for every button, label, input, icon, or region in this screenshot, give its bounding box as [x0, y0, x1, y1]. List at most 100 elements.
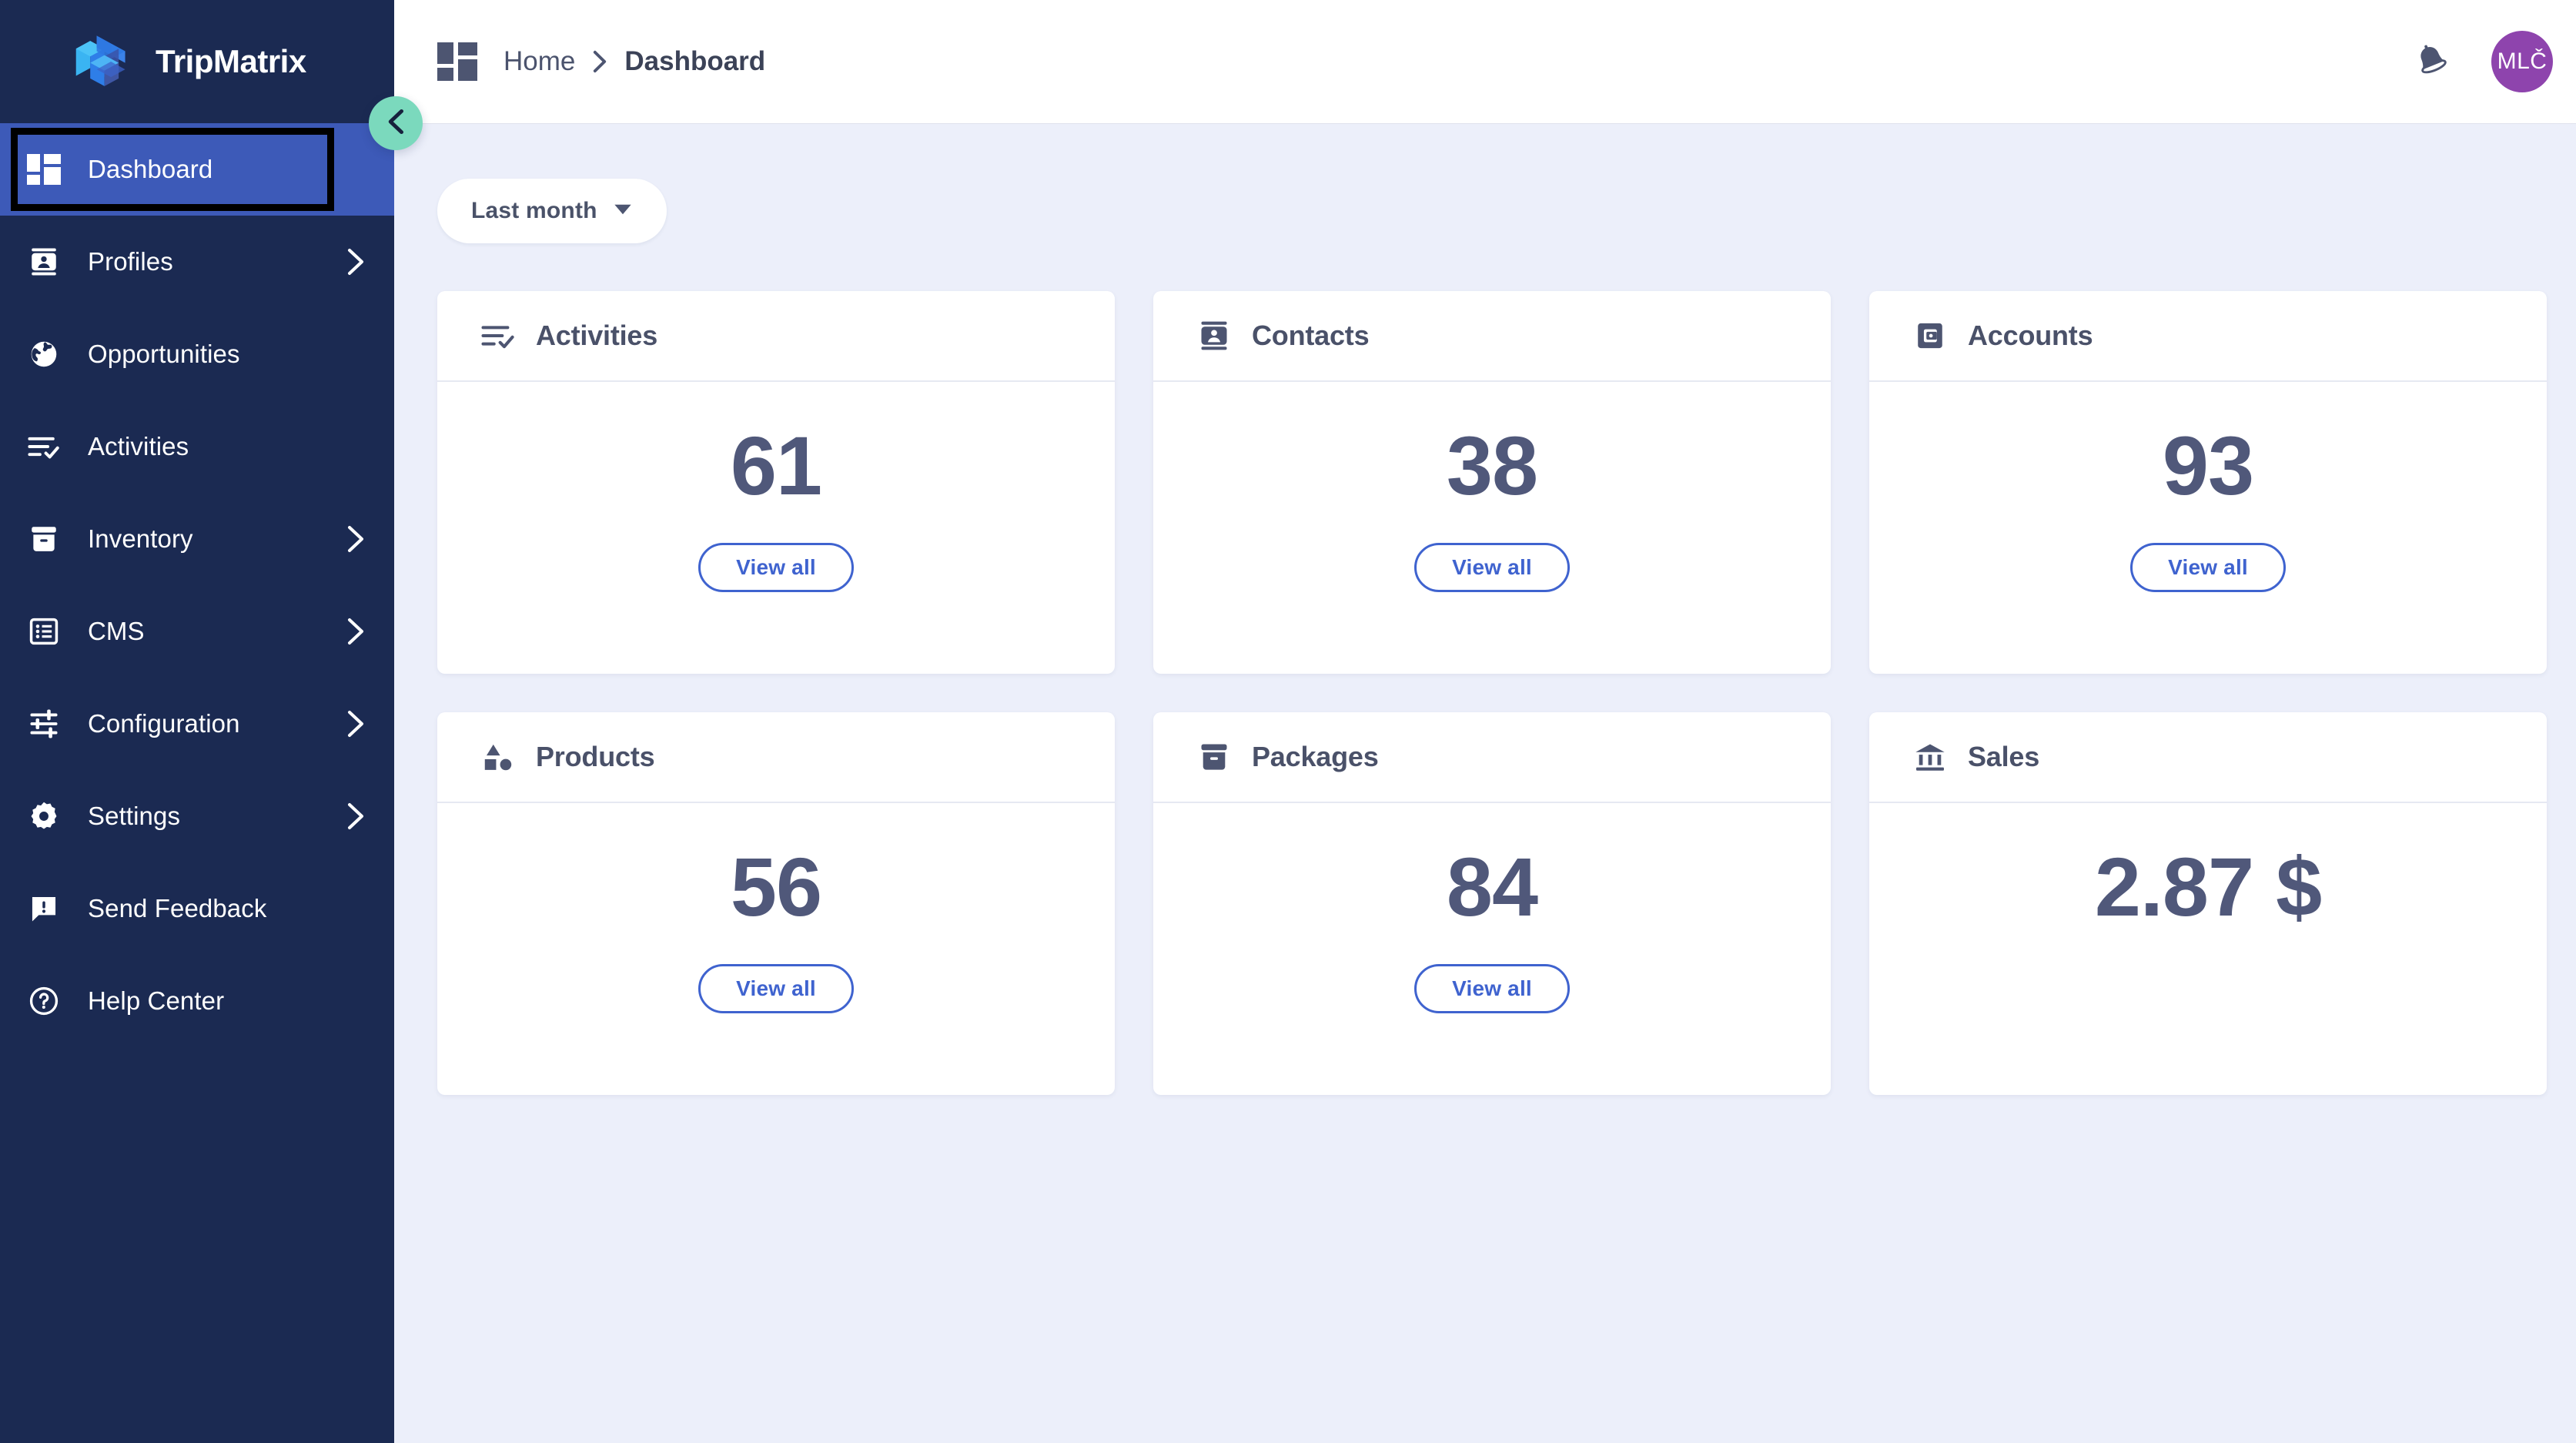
topbar-actions: MLČ	[2413, 31, 2553, 92]
bank-icon	[1912, 739, 1948, 775]
view-all-button[interactable]: View all	[698, 543, 854, 593]
card-title: Sales	[1968, 741, 2040, 772]
shapes-icon	[480, 739, 516, 775]
avatar[interactable]: MLČ	[2491, 31, 2553, 92]
bell-icon[interactable]	[2413, 42, 2451, 81]
stats-card-grid: Activities 61 View all Contacts 38 View …	[437, 291, 2547, 1095]
card-body: 61 View all	[437, 382, 1115, 674]
sidebar-item-label: Settings	[88, 802, 181, 830]
card-value: 61	[730, 419, 822, 512]
gear-icon	[23, 795, 65, 837]
list-check-icon	[480, 318, 516, 353]
breadcrumb: Home Dashboard	[503, 46, 765, 77]
sidebar-item-label: Dashboard	[88, 155, 213, 183]
sidebar-item-cms[interactable]: CMS	[0, 585, 394, 678]
globe-icon	[23, 333, 65, 375]
avatar-initials: MLČ	[2497, 49, 2548, 74]
stat-card-activities: Activities 61 View all	[437, 291, 1115, 674]
card-title: Activities	[536, 320, 658, 351]
card-header: Sales	[1869, 712, 2547, 803]
view-all-button[interactable]: View all	[1414, 964, 1570, 1014]
topbar: Home Dashboard MLČ	[394, 0, 2576, 123]
dashboard-grid-icon	[23, 149, 65, 190]
sidebar-item-opportunities[interactable]: Opportunities	[0, 308, 394, 400]
cube-logo-icon	[71, 29, 135, 94]
list-check-icon	[23, 426, 65, 467]
sidebar-item-label: CMS	[88, 617, 145, 645]
sidebar-collapse-button[interactable]	[369, 96, 423, 150]
chevron-right-icon	[346, 802, 365, 830]
sidebar-item-send-feedback[interactable]: Send Feedback	[0, 862, 394, 955]
card-body: 2.87 $ View all	[1869, 803, 2547, 1095]
sidebar-item-settings[interactable]: Settings	[0, 770, 394, 862]
breadcrumb-current: Dashboard	[624, 46, 766, 76]
stat-card-sales: Sales 2.87 $ View all	[1869, 712, 2547, 1095]
sidebar-item-label: Send Feedback	[88, 894, 267, 922]
contact-card-icon	[23, 241, 65, 283]
chevron-right-icon	[346, 525, 365, 553]
question-circle-icon	[23, 980, 65, 1022]
contact-card-icon	[1196, 318, 1232, 353]
chevron-right-icon	[346, 618, 365, 645]
dashboard-grid-icon	[437, 42, 477, 81]
card-title: Products	[536, 741, 655, 772]
sidebar-item-activities[interactable]: Activities	[0, 400, 394, 493]
sidebar-item-label: Profiles	[88, 247, 173, 276]
sidebar-item-label: Configuration	[88, 709, 240, 738]
view-all-button[interactable]: View all	[698, 964, 854, 1014]
brand-name: TripMatrix	[156, 43, 306, 79]
stat-card-accounts: Accounts 93 View all	[1869, 291, 2547, 674]
chevron-left-icon	[385, 109, 406, 139]
list-view-icon	[23, 611, 65, 652]
sidebar-item-help-center[interactable]: Help Center	[0, 955, 394, 1047]
card-title: Accounts	[1968, 320, 2093, 351]
date-range-filter[interactable]: Last month	[437, 179, 667, 243]
view-all-button[interactable]: View all	[1414, 543, 1570, 593]
sidebar-item-label: Help Center	[88, 986, 225, 1015]
sidebar: TripMatrix Dashboard Profiles Opportunit…	[0, 0, 394, 1443]
caret-down-icon	[613, 203, 633, 219]
sliders-icon	[23, 703, 65, 745]
card-value: 93	[2162, 419, 2254, 512]
stat-card-products: Products 56 View all	[437, 712, 1115, 1095]
chevron-right-icon	[346, 248, 365, 276]
sidebar-item-label: Inventory	[88, 524, 193, 553]
card-body: 56 View all	[437, 803, 1115, 1095]
card-title: Packages	[1252, 741, 1379, 772]
sidebar-item-dashboard[interactable]: Dashboard	[0, 123, 394, 216]
feedback-bubble-icon	[23, 888, 65, 929]
date-range-label: Last month	[471, 198, 597, 223]
card-header: Activities	[437, 291, 1115, 382]
card-body: 38 View all	[1153, 382, 1831, 674]
dashboard-content: Last month Activities 61 View all Contac…	[394, 123, 2576, 1443]
main-area: Home Dashboard MLČ Last month Activities…	[394, 0, 2576, 1443]
sidebar-item-label: Opportunities	[88, 340, 240, 368]
archive-box-icon	[1196, 739, 1232, 775]
app-root: TripMatrix Dashboard Profiles Opportunit…	[0, 0, 2576, 1443]
sidebar-item-profiles[interactable]: Profiles	[0, 216, 394, 308]
card-header: Packages	[1153, 712, 1831, 803]
card-body: 93 View all	[1869, 382, 2547, 674]
card-header: Accounts	[1869, 291, 2547, 382]
card-body: 84 View all	[1153, 803, 1831, 1095]
stat-card-packages: Packages 84 View all	[1153, 712, 1831, 1095]
brand[interactable]: TripMatrix	[0, 0, 394, 123]
sidebar-item-label: Activities	[88, 432, 189, 460]
card-header: Contacts	[1153, 291, 1831, 382]
breadcrumb-home[interactable]: Home	[503, 46, 575, 77]
view-all-button[interactable]: View all	[2130, 543, 2286, 593]
chevron-right-icon	[346, 710, 365, 738]
card-title: Contacts	[1252, 320, 1370, 351]
card-value: 56	[730, 840, 822, 933]
card-header: Products	[437, 712, 1115, 803]
wallet-icon	[1912, 318, 1948, 353]
card-value: 38	[1446, 419, 1538, 512]
stat-card-contacts: Contacts 38 View all	[1153, 291, 1831, 674]
chevron-right-icon	[592, 50, 607, 73]
sidebar-nav: Dashboard Profiles Opportunities Activit…	[0, 123, 394, 1443]
sidebar-item-inventory[interactable]: Inventory	[0, 493, 394, 585]
card-value: 84	[1446, 840, 1538, 933]
archive-box-icon	[23, 518, 65, 560]
card-value: 2.87 $	[2094, 840, 2322, 933]
sidebar-item-configuration[interactable]: Configuration	[0, 678, 394, 770]
